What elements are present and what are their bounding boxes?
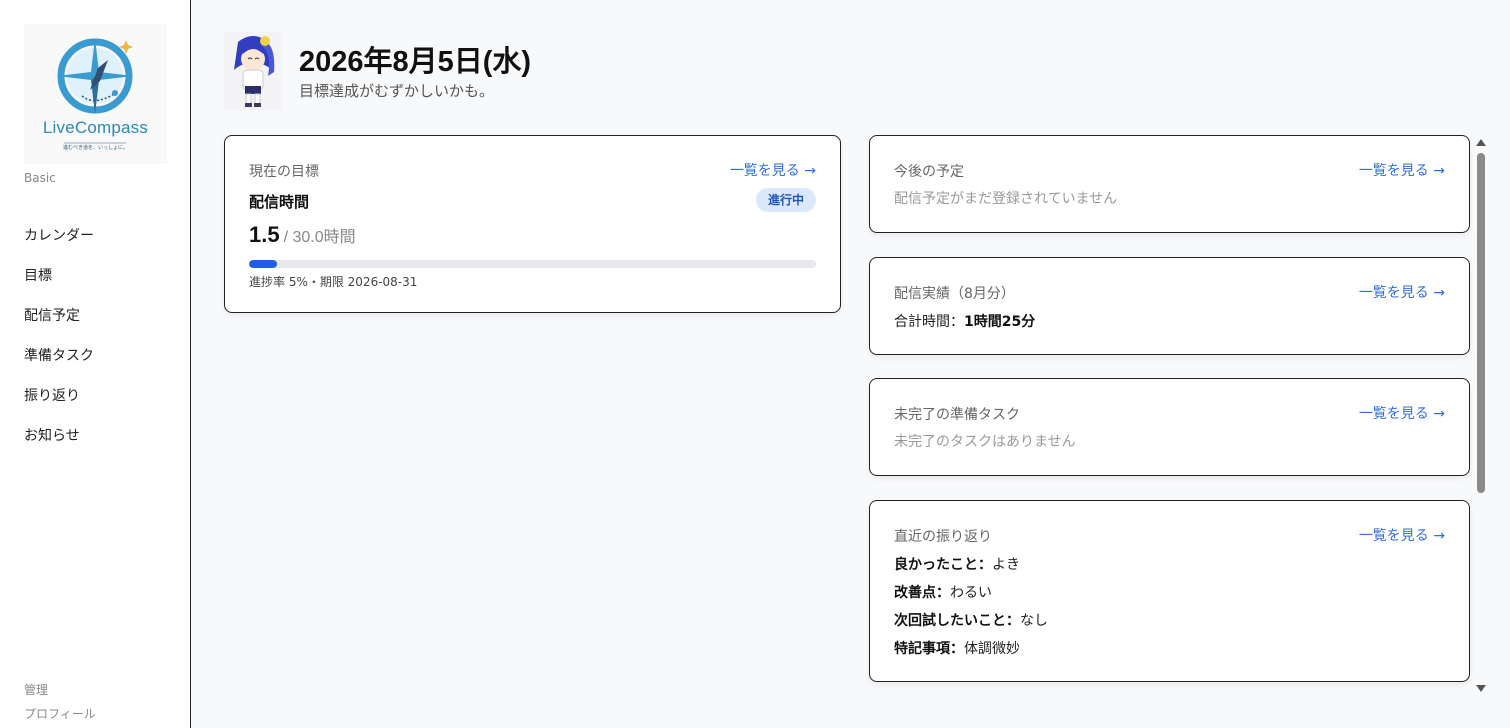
sidebar-item-reviews[interactable]: 振り返り bbox=[24, 384, 94, 424]
empty-message: 配信予定がまだ登録されていません bbox=[894, 191, 1118, 207]
view-all-link[interactable]: 一覧を見る → bbox=[730, 160, 816, 180]
page-title: 2026年8月5日(水) bbox=[299, 46, 532, 78]
recent-review-card: 直近の振り返り 一覧を見る → 良かったこと：よき 改善点：わるい 次回試したい… bbox=[869, 500, 1470, 682]
upcoming-schedule-card: 今後の予定 一覧を見る → 配信予定がまだ登録されていません bbox=[869, 135, 1470, 233]
review-item-label: 次回試したいこと： bbox=[894, 613, 1020, 629]
card-title: 未完了の準備タスク bbox=[894, 407, 1020, 423]
empty-message: 未完了のタスクはありません bbox=[894, 434, 1076, 450]
view-all-link[interactable]: 一覧を見る → bbox=[1359, 525, 1445, 545]
review-item-value: わるい bbox=[950, 585, 992, 601]
view-all-link[interactable]: 一覧を見る → bbox=[1359, 160, 1445, 180]
card-title: 今後の予定 bbox=[894, 164, 964, 180]
scroll-up-arrow-icon[interactable] bbox=[1476, 139, 1486, 146]
progress-meta: 進捗率 5%・期限 2026-08-31 bbox=[249, 275, 418, 289]
status-badge: 進行中 bbox=[755, 188, 816, 212]
sidebar-item-goals[interactable]: 目標 bbox=[24, 264, 94, 304]
scroll-down-arrow-icon[interactable] bbox=[1476, 685, 1486, 692]
sidebar-item-schedule[interactable]: 配信予定 bbox=[24, 304, 94, 344]
view-all-link[interactable]: 一覧を見る → bbox=[1359, 403, 1445, 423]
sidebar-item-prep-tasks[interactable]: 準備タスク bbox=[24, 344, 94, 384]
review-item-value: なし bbox=[1020, 613, 1048, 629]
review-item-label: 改善点： bbox=[894, 585, 950, 601]
review-item: 改善点：わるい bbox=[894, 582, 992, 602]
logo-text: LiveCompass bbox=[42, 118, 149, 137]
sidebar-item-calendar[interactable]: カレンダー bbox=[24, 224, 94, 264]
sidebar-admin-link[interactable]: 管理 bbox=[24, 681, 48, 698]
card-title: 配信実績（8月分） bbox=[894, 286, 1015, 302]
review-item-value: 体調微妙 bbox=[964, 641, 1020, 657]
review-item: 次回試したいこと：なし bbox=[894, 610, 1048, 630]
card-title: 現在の目標 bbox=[249, 164, 319, 180]
logo-tagline: 進むべき道を、いっしょに。 bbox=[62, 145, 128, 151]
compass-icon bbox=[57, 38, 133, 144]
total-time: 合計時間：1時間25分 bbox=[894, 311, 1035, 331]
sidebar: LiveCompass 進むべき道を、いっしょに。 Basic カレンダー 目標… bbox=[0, 0, 191, 728]
scrollbar-thumb[interactable] bbox=[1477, 153, 1485, 493]
goal-progress-value: 1.5/ 30.0時間 bbox=[249, 222, 356, 248]
stream-results-card: 配信実績（8月分） 一覧を見る → 合計時間：1時間25分 bbox=[869, 257, 1470, 355]
sidebar-item-notices[interactable]: お知らせ bbox=[24, 424, 94, 464]
review-item-label: 良かったこと： bbox=[894, 557, 992, 573]
goal-current: 1.5 bbox=[249, 222, 280, 247]
total-time-value: 1時間25分 bbox=[964, 314, 1036, 330]
goal-name: 配信時間 bbox=[249, 193, 310, 211]
card-title: 直近の振り返り bbox=[894, 529, 992, 545]
progress-bar bbox=[249, 260, 816, 268]
plan-label: Basic bbox=[24, 171, 56, 185]
character-avatar bbox=[224, 32, 282, 110]
livecompass-logo[interactable]: LiveCompass 進むべき道を、いっしょに。 bbox=[24, 24, 167, 164]
view-all-link[interactable]: 一覧を見る → bbox=[1359, 282, 1445, 302]
status-message: 目標達成がむずかしいかも。 bbox=[299, 82, 495, 100]
pending-tasks-card: 未完了の準備タスク 一覧を見る → 未完了のタスクはありません bbox=[869, 378, 1470, 476]
review-item-label: 特記事項： bbox=[894, 641, 964, 657]
goal-target: / 30.0時間 bbox=[283, 229, 356, 246]
total-time-label: 合計時間： bbox=[894, 314, 964, 330]
current-goal-card: 現在の目標 一覧を見る → 配信時間 進行中 1.5/ 30.0時間 進捗率 5… bbox=[224, 135, 841, 313]
progress-fill bbox=[249, 260, 278, 268]
sidebar-nav: カレンダー 目標 配信予定 準備タスク 振り返り お知らせ bbox=[24, 224, 94, 464]
sidebar-profile-link[interactable]: プロフィール bbox=[24, 705, 96, 722]
review-item: 特記事項：体調微妙 bbox=[894, 638, 1020, 658]
review-item: 良かったこと：よき bbox=[894, 554, 1020, 574]
review-item-value: よき bbox=[992, 557, 1020, 573]
